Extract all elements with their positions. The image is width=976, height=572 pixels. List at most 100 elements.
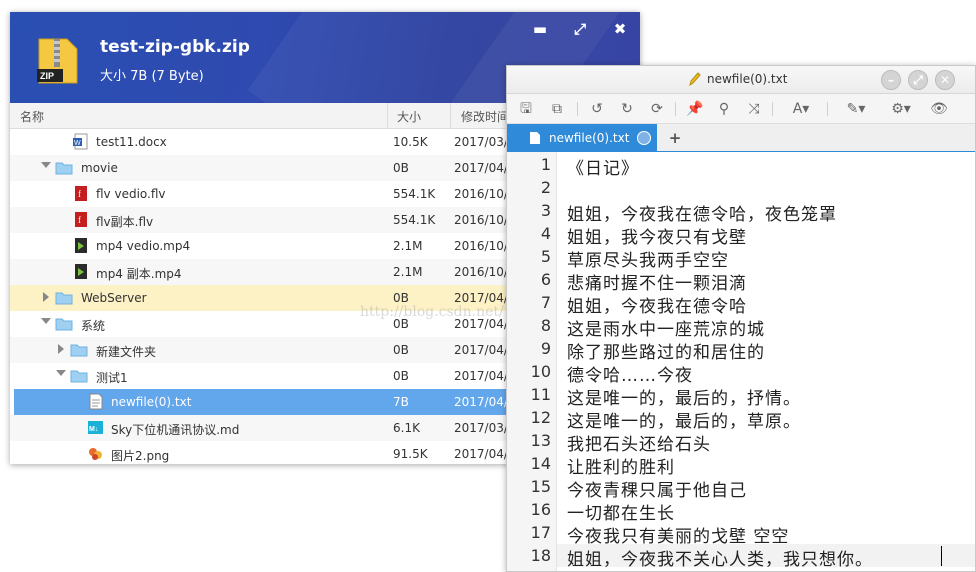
- minimize-icon: ▬: [532, 20, 548, 38]
- watermark: http://blog.csdn.net/: [360, 304, 504, 320]
- collapse-arrow-icon[interactable]: [41, 162, 51, 168]
- code-line: 草原尽头我两手空空: [567, 251, 729, 271]
- flash-video-icon: f: [72, 211, 90, 228]
- undo-button[interactable]: ↺: [587, 100, 607, 118]
- svg-text:f: f: [78, 215, 81, 225]
- expand-icon: ⤢: [913, 73, 923, 87]
- code-line: 姐姐，今夜我在德令哈，夜色笼罩: [567, 205, 837, 225]
- save-as-button[interactable]: ⧉: [547, 100, 567, 118]
- replace-button[interactable]: ⤨: [744, 100, 764, 118]
- archive-size: 大小 7B (7 Byte): [100, 69, 204, 84]
- redo-button[interactable]: ↻: [617, 100, 637, 118]
- editor-minimize-button[interactable]: –: [881, 70, 901, 90]
- minimize-button[interactable]: ▬: [529, 18, 551, 40]
- preview-button[interactable]: 👁: [929, 100, 949, 118]
- code-area[interactable]: 1 《日记》 2 3 姐姐，今夜我在德令哈，夜色笼罩 4 姐姐，我今夜只有戈壁 5 草原尽头我两…: [507, 152, 975, 571]
- file-name: Sky下位机通讯协议.md: [111, 423, 240, 437]
- settings-dropdown[interactable]: ⚙▾: [885, 100, 917, 118]
- line-number: 14: [530, 454, 551, 473]
- code-line: 这是唯一的，最后的，抒情。: [567, 389, 801, 409]
- line-number: 5: [540, 247, 551, 266]
- save-icon: 🖫: [520, 101, 532, 117]
- search-icon: ⚲: [718, 101, 730, 117]
- search-button[interactable]: ⚲: [714, 100, 734, 118]
- file-name: movie: [81, 161, 118, 175]
- expand-arrow-icon[interactable]: [58, 344, 64, 354]
- column-name[interactable]: 名称: [20, 108, 44, 125]
- folder-icon: [55, 159, 73, 176]
- archive-title: test-zip-gbk.zip: [100, 37, 250, 57]
- undo-icon: ↺: [591, 101, 603, 117]
- close-button[interactable]: ✖: [609, 18, 631, 40]
- text-file-icon: [87, 393, 105, 410]
- mp4-video-icon: [72, 237, 90, 254]
- file-name: flv副本.flv: [96, 215, 154, 229]
- tab-label: newfile(0).txt: [549, 131, 630, 145]
- line-number: 9: [540, 339, 551, 358]
- editor-toolbar: 🖫 ⧉ ↺ ↻ ⟳ 📌 ⚲ ⤨ A▾ ✎▾ ⚙▾ 👁: [507, 94, 975, 124]
- close-icon: ✖: [613, 20, 627, 38]
- tools-dropdown[interactable]: ✎▾: [840, 100, 872, 118]
- file-size: 0B: [393, 369, 409, 383]
- file-name: mp4 vedio.mp4: [96, 239, 191, 253]
- tab-newfile[interactable]: newfile(0).txt: [507, 124, 657, 152]
- line-number: 13: [530, 431, 551, 450]
- code-line: 今夜青稞只属于他自己: [567, 481, 747, 501]
- line-number: 11: [530, 385, 551, 404]
- file-size: 91.5K: [393, 447, 428, 461]
- column-size[interactable]: 大小: [397, 108, 421, 125]
- file-name: 系统: [81, 319, 106, 333]
- editor-close-button[interactable]: ✕: [935, 70, 955, 90]
- code-line: 我把石头还给石头: [567, 435, 711, 455]
- code-line: 今夜我只有美丽的戈壁 空空: [567, 527, 790, 547]
- file-name: mp4 副本.mp4: [96, 267, 182, 281]
- collapse-arrow-icon[interactable]: [56, 370, 66, 376]
- file-icon: [529, 131, 541, 148]
- pin-button[interactable]: 📌: [685, 100, 705, 118]
- file-name: 测试1: [96, 371, 128, 385]
- maximize-button[interactable]: ⤢: [569, 18, 591, 40]
- file-size: 0B: [393, 161, 409, 175]
- svg-text:M↓: M↓: [89, 426, 98, 433]
- line-number: 3: [540, 201, 551, 220]
- column-modified[interactable]: 修改时间: [461, 108, 509, 125]
- code-line: 让胜利的胜利: [567, 458, 675, 478]
- file-size: 554.1K: [393, 213, 436, 227]
- editor-maximize-button[interactable]: ⤢: [908, 70, 928, 90]
- file-name: flv vedio.flv: [96, 187, 166, 201]
- refresh-button[interactable]: ⟳: [647, 100, 667, 118]
- code-line: 德令哈……今夜: [567, 366, 693, 386]
- editor-titlebar: newfile(0).txt – ⤢ ✕: [507, 66, 975, 94]
- file-name: newfile(0).txt: [111, 395, 192, 409]
- collapse-arrow-icon[interactable]: [41, 318, 51, 324]
- image-file-icon: [87, 445, 105, 462]
- flash-video-icon: f: [72, 185, 90, 202]
- font-dropdown[interactable]: A▾: [785, 100, 817, 118]
- shuffle-icon: ⤨: [748, 101, 760, 117]
- refresh-icon: ⟳: [651, 101, 663, 117]
- gear-icon: ⚙▾: [891, 101, 911, 117]
- minimize-icon: –: [888, 73, 894, 87]
- folder-icon: [70, 341, 88, 358]
- expand-arrow-icon[interactable]: [43, 292, 49, 302]
- file-name: 图片2.png: [111, 449, 170, 463]
- tab-close-icon[interactable]: [637, 131, 651, 145]
- code-line: 姐姐，今夜我不关心人类，我只想你。: [567, 550, 873, 570]
- file-name: test11.docx: [96, 135, 167, 149]
- file-size: 0B: [393, 343, 409, 357]
- file-size: 2.1M: [393, 239, 423, 253]
- line-number: 16: [530, 500, 551, 519]
- save-button[interactable]: 🖫: [516, 100, 536, 118]
- close-icon: ✕: [939, 73, 951, 87]
- folder-icon: [70, 367, 88, 384]
- line-number: 7: [540, 293, 551, 312]
- code-line: 悲痛时握不住一颗泪滴: [567, 274, 747, 294]
- file-name: WebServer: [81, 291, 147, 305]
- file-size: 0B: [393, 291, 409, 305]
- code-line: 姐姐，我今夜只有戈壁: [567, 228, 747, 248]
- add-tab-button[interactable]: +: [663, 128, 687, 148]
- file-size: 554.1K: [393, 187, 436, 201]
- word-doc-icon: W: [72, 133, 90, 150]
- line-number: 2: [540, 178, 551, 197]
- file-size: 2.1M: [393, 265, 423, 279]
